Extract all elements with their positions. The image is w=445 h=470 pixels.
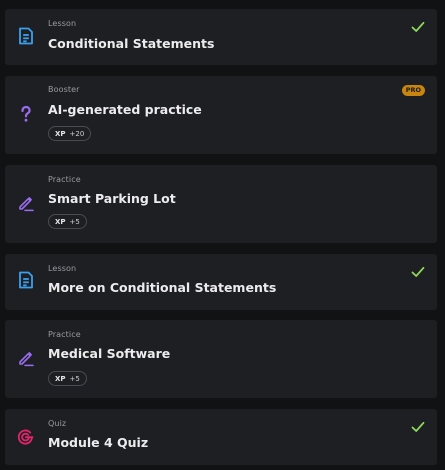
- xp-label: XP: [55, 217, 66, 226]
- xp-badge: XP +5: [48, 371, 87, 386]
- checkmark-icon: [411, 421, 425, 432]
- course-item-booster[interactable]: Booster PRO AI-generated practice XP +20: [5, 76, 437, 154]
- checkmark-icon: [411, 21, 425, 32]
- item-type-label: Lesson: [48, 19, 77, 28]
- item-title[interactable]: More on Conditional Statements: [48, 280, 276, 295]
- item-title[interactable]: Medical Software: [48, 346, 170, 361]
- course-item-list: Lesson Conditional Statements Booster PR…: [0, 0, 445, 470]
- checkmark-icon: [411, 266, 425, 277]
- course-item-lesson[interactable]: Lesson Conditional Statements: [5, 9, 437, 65]
- item-title[interactable]: Module 4 Quiz: [48, 435, 148, 450]
- item-type-label: Practice: [48, 175, 81, 184]
- course-item-lesson[interactable]: Lesson More on Conditional Statements: [5, 254, 437, 310]
- item-type-label: Lesson: [48, 264, 77, 273]
- item-type-label: Booster: [48, 85, 80, 94]
- item-title[interactable]: Smart Parking Lot: [48, 191, 176, 206]
- document-icon: [19, 271, 33, 289]
- question-mark-icon: [21, 105, 31, 122]
- document-icon: [19, 27, 33, 45]
- xp-value: +20: [69, 129, 85, 138]
- xp-label: XP: [55, 374, 66, 383]
- item-type-label: Practice: [48, 330, 81, 339]
- xp-value: +5: [69, 217, 80, 226]
- course-item-quiz[interactable]: Quiz Module 4 Quiz: [5, 409, 437, 465]
- item-title[interactable]: Conditional Statements: [48, 36, 214, 51]
- pencil-icon: [19, 196, 34, 212]
- course-item-practice[interactable]: Practice Medical Software XP +5: [5, 320, 437, 398]
- pro-badge: PRO: [401, 85, 425, 96]
- item-title[interactable]: AI-generated practice: [48, 102, 202, 117]
- item-type-label: Quiz: [48, 419, 67, 428]
- xp-value: +5: [69, 374, 80, 383]
- xp-badge: XP +20: [48, 126, 92, 141]
- target-icon: [17, 429, 34, 445]
- xp-label: XP: [55, 129, 66, 138]
- pencil-icon: [19, 351, 34, 367]
- xp-badge: XP +5: [48, 214, 87, 229]
- course-item-practice[interactable]: Practice Smart Parking Lot XP +5: [5, 165, 437, 243]
